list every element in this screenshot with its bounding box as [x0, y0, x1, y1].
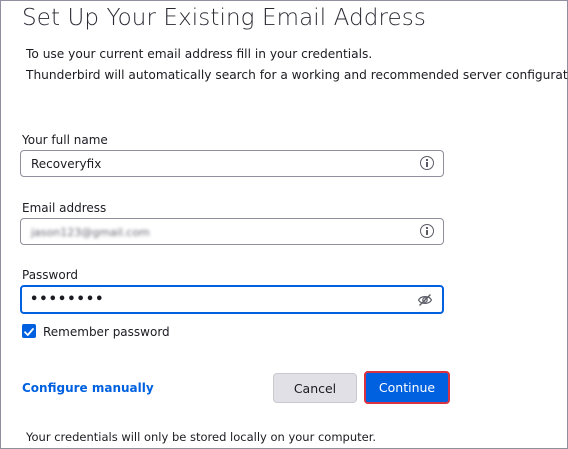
full-name-label: Your full name: [22, 133, 108, 147]
continue-button[interactable]: Continue: [364, 371, 450, 404]
password-input[interactable]: ••••••••: [20, 285, 444, 314]
full-name-value: Recoveryfix: [31, 157, 102, 171]
account-setup-panel: Set Up Your Existing Email Address To us…: [0, 0, 568, 449]
page-title: Set Up Your Existing Email Address: [22, 5, 426, 31]
password-value: ••••••••: [30, 292, 105, 307]
checkmark-icon: [24, 328, 34, 336]
email-input[interactable]: jason123@gmail.com: [20, 218, 444, 245]
info-icon[interactable]: [420, 224, 434, 238]
email-value: jason123@gmail.com: [31, 226, 150, 239]
password-label: Password: [22, 268, 79, 282]
remember-password-checkbox[interactable]: [22, 324, 36, 338]
credentials-footnote: Your credentials will only be stored loc…: [26, 430, 377, 444]
email-label: Email address: [22, 201, 107, 215]
description-line-1: To use your current email address fill i…: [26, 47, 373, 61]
eye-slash-icon[interactable]: [417, 293, 433, 307]
configure-manually-link[interactable]: Configure manually: [22, 381, 154, 395]
cancel-button[interactable]: Cancel: [273, 373, 357, 403]
remember-password-label[interactable]: Remember password: [43, 325, 170, 339]
info-icon[interactable]: [420, 156, 434, 170]
description-line-2: Thunderbird will automatically search fo…: [26, 68, 568, 82]
full-name-input[interactable]: Recoveryfix: [20, 150, 444, 177]
